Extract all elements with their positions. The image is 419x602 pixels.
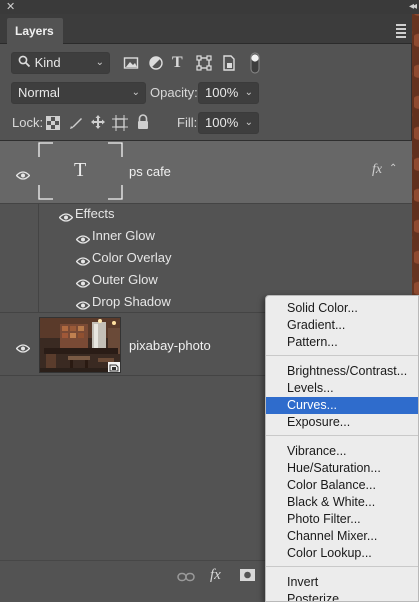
chevron-down-icon: ⌄ [244, 87, 253, 98]
menu-separator [266, 355, 418, 356]
adjustment-layer-filter-icon[interactable] [148, 55, 164, 71]
lock-artboard-icon[interactable] [112, 115, 128, 131]
layer-name-pixabay-photo[interactable]: pixabay-photo [129, 338, 211, 353]
shape-layer-filter-icon[interactable] [196, 55, 212, 71]
type-layer-filter-icon[interactable]: T [172, 54, 188, 71]
menu-item-invert[interactable]: Invert [266, 574, 418, 591]
effects-header[interactable]: Effects [39, 204, 413, 224]
menu-item-hue-saturation[interactable]: Hue/Saturation... [266, 460, 418, 477]
effect-label: Drop Shadow [92, 294, 171, 309]
blend-mode-value: Normal [18, 85, 60, 100]
visibility-eye-icon[interactable] [75, 232, 91, 244]
menu-item-gradient[interactable]: Gradient... [266, 317, 418, 334]
menu-item-photo-filter[interactable]: Photo Filter... [266, 511, 418, 528]
lock-label: Lock: [12, 115, 44, 130]
visibility-eye-icon[interactable] [15, 341, 31, 353]
close-panel-icon[interactable]: ✕ [6, 0, 15, 14]
lock-all-icon[interactable] [136, 114, 152, 130]
filter-kind-label: Kind [34, 55, 61, 70]
visibility-eye-icon[interactable] [75, 254, 91, 266]
menu-item-pattern[interactable]: Pattern... [266, 334, 418, 351]
filter-toggle-icon[interactable] [248, 52, 262, 74]
menu-item-brightness-contrast[interactable]: Brightness/Contrast... [266, 363, 418, 380]
filter-kind-dropdown[interactable]: Kind ⌄ [11, 52, 110, 74]
menu-separator [266, 566, 418, 567]
layer-thumbnail-text: T [38, 142, 123, 200]
effect-label: Outer Glow [92, 272, 158, 287]
filter-row: Kind ⌄ T [0, 50, 412, 76]
visibility-eye-icon[interactable] [75, 298, 91, 310]
lock-position-icon[interactable] [90, 114, 106, 130]
menu-separator [266, 435, 418, 436]
adjustment-layer-menu: Solid Color... Gradient... Pattern... Br… [265, 295, 419, 602]
opacity-label: Opacity: [150, 85, 198, 100]
visibility-eye-icon[interactable] [58, 210, 74, 222]
chevron-down-icon: ⌄ [244, 117, 253, 128]
effect-label: Inner Glow [92, 228, 155, 243]
smart-object-filter-icon[interactable] [221, 55, 237, 71]
effect-item[interactable]: Outer Glow [39, 270, 413, 290]
blend-row: Normal ⌄ Opacity: 100% ⌄ [0, 80, 412, 106]
fill-value: 100% [205, 115, 239, 130]
layer-name-ps-cafe[interactable]: ps cafe [129, 164, 171, 179]
menu-item-color-balance[interactable]: Color Balance... [266, 477, 418, 494]
collapse-panel-icon[interactable]: ◂◂ [409, 0, 417, 14]
menu-item-solid-color[interactable]: Solid Color... [266, 300, 418, 317]
add-layer-style-icon[interactable]: fx [210, 567, 221, 584]
menu-item-channel-mixer[interactable]: Channel Mixer... [266, 528, 418, 545]
layer-fx-icon[interactable]: fx [372, 162, 382, 178]
layer-row-ps-cafe[interactable]: T ps cafe fx ⌃ [0, 141, 412, 204]
effect-item[interactable]: Color Overlay [39, 248, 413, 268]
opacity-field[interactable]: 100% ⌄ [198, 82, 259, 104]
panel-menu-icon[interactable] [396, 24, 406, 40]
menu-item-posterize[interactable]: Posterize... [266, 591, 418, 601]
menu-item-vibrance[interactable]: Vibrance... [266, 443, 418, 460]
effects-label: Effects [75, 206, 115, 221]
chevron-down-icon: ⌄ [95, 57, 104, 68]
pixel-layer-filter-icon[interactable] [123, 55, 139, 71]
menu-item-black-white[interactable]: Black & White... [266, 494, 418, 511]
menu-item-curves[interactable]: Curves... [266, 397, 418, 414]
text-layer-glyph: T [74, 159, 87, 181]
collapse-effects-icon[interactable]: ⌃ [389, 163, 397, 174]
lock-row: Lock: Fill: 100% ⌄ [0, 110, 412, 136]
fill-field[interactable]: 100% ⌄ [198, 112, 259, 134]
tab-layers[interactable]: Layers [7, 18, 63, 44]
add-mask-icon[interactable] [240, 569, 255, 584]
visibility-eye-icon[interactable] [15, 168, 31, 180]
lock-transparent-pixels-icon[interactable] [46, 116, 62, 132]
search-icon [18, 54, 31, 74]
chevron-down-icon: ⌄ [131, 87, 140, 98]
menu-item-levels[interactable]: Levels... [266, 380, 418, 397]
panel-tab-bar: Layers [0, 14, 412, 44]
effect-item[interactable]: Inner Glow [39, 226, 413, 246]
lock-image-pixels-icon[interactable] [68, 115, 84, 131]
blend-mode-dropdown[interactable]: Normal ⌄ [11, 82, 146, 104]
menu-item-color-lookup[interactable]: Color Lookup... [266, 545, 418, 562]
panel-top-strip: ✕ ◂◂ [0, 0, 419, 14]
link-layers-icon[interactable] [177, 570, 195, 585]
opacity-value: 100% [205, 85, 239, 100]
layer-thumbnail-photo [39, 317, 121, 373]
menu-item-exposure[interactable]: Exposure... [266, 414, 418, 431]
visibility-eye-icon[interactable] [75, 276, 91, 288]
effect-label: Color Overlay [92, 250, 172, 265]
fill-label: Fill: [177, 115, 198, 130]
